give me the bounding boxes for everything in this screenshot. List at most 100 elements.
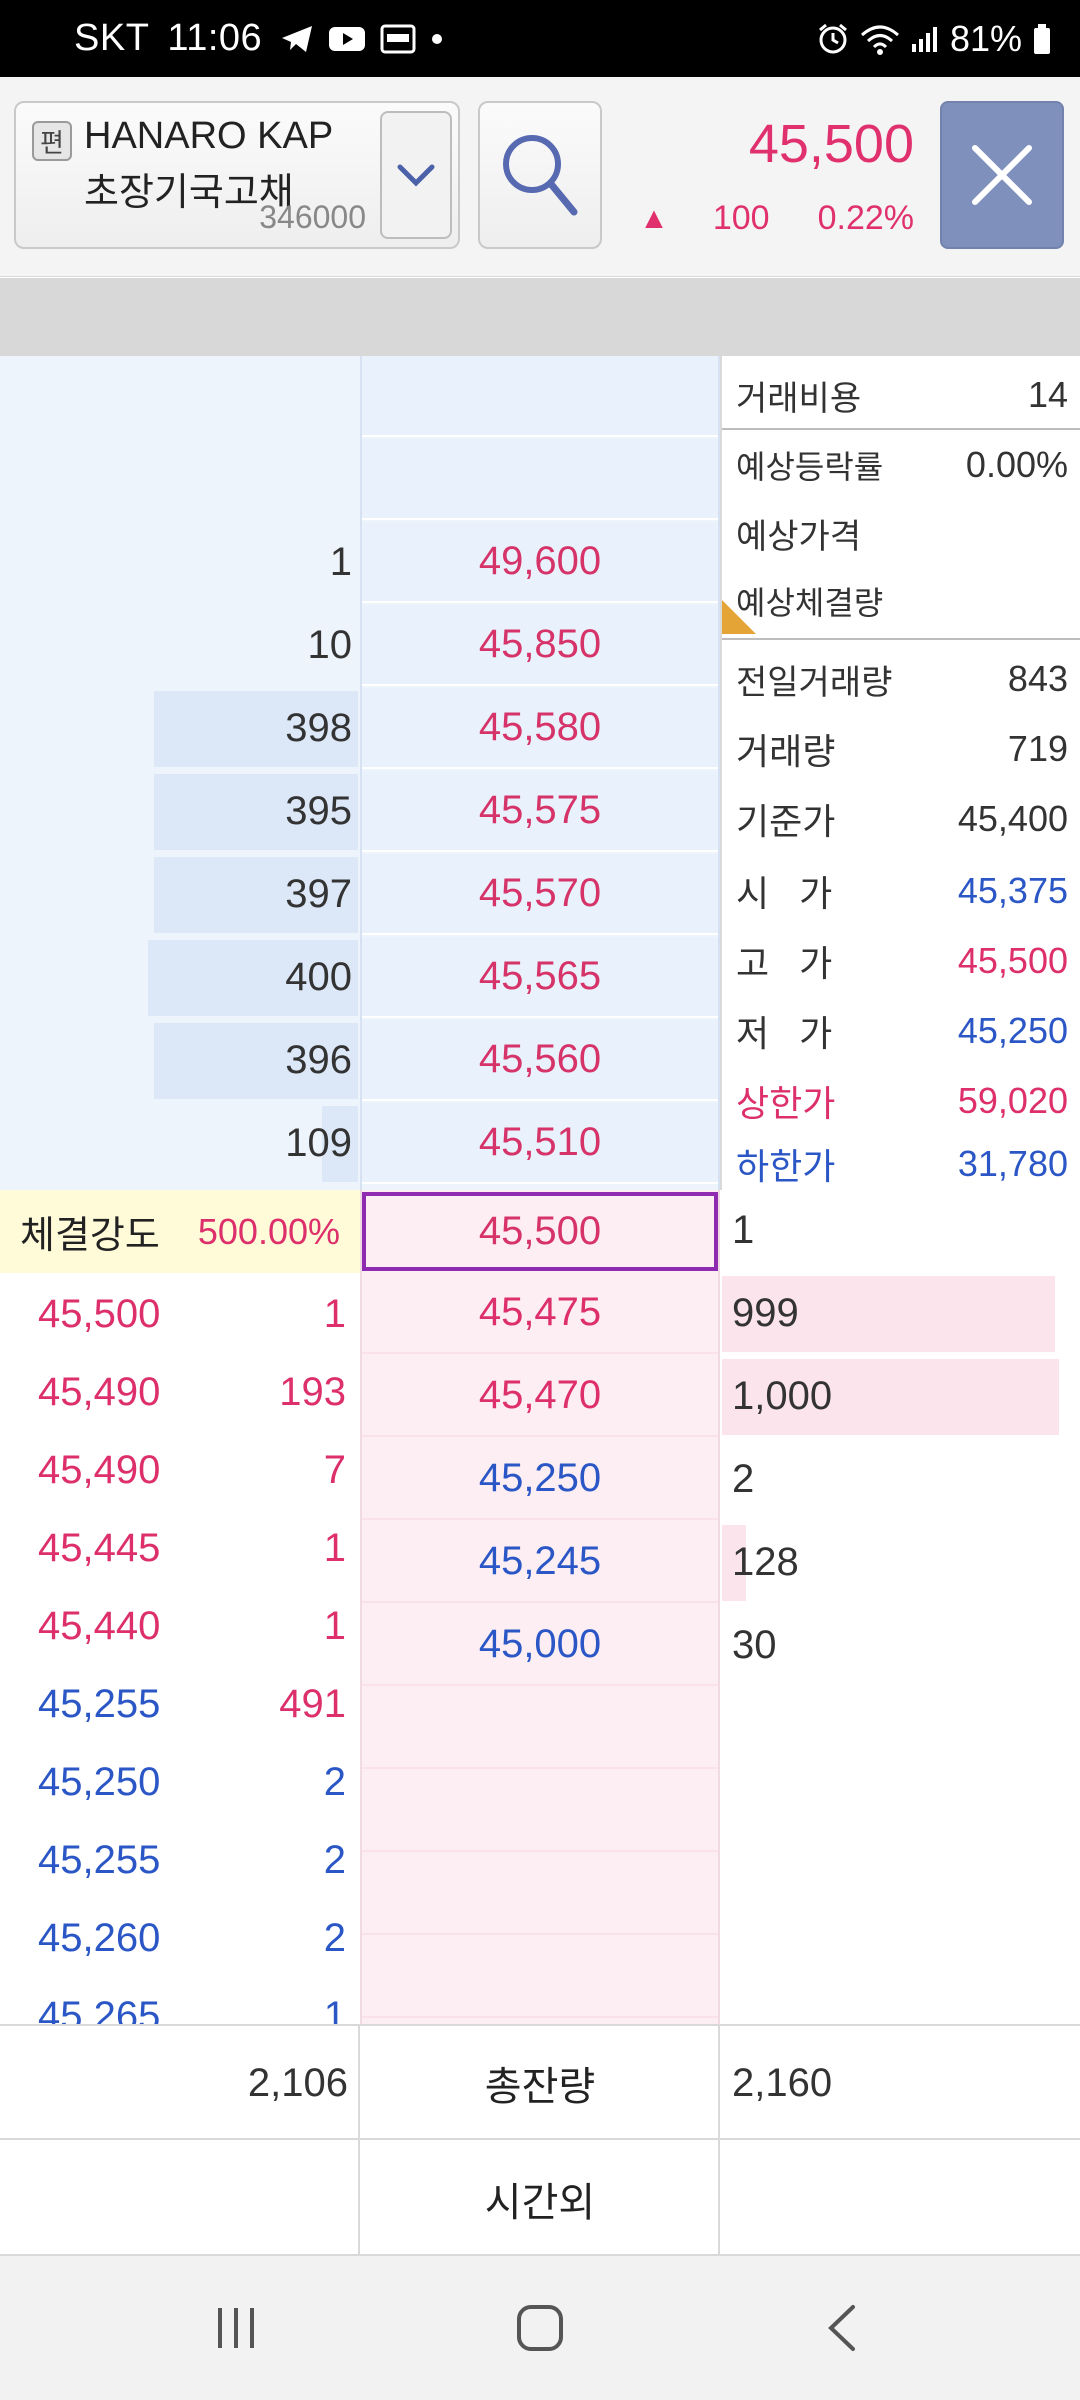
trade-tick-row: 45,255 491: [0, 1665, 360, 1743]
ask-price[interactable]: 45,510: [362, 1103, 718, 1184]
ask-price[interactable]: 45,565: [362, 937, 718, 1018]
info-volume: 거래량 719: [736, 716, 1068, 782]
info-label: 전일거래량: [736, 663, 893, 702]
info-label: 기준가: [736, 801, 836, 842]
home-icon: [517, 2305, 563, 2351]
after-hours-label[interactable]: 시간외: [360, 2142, 720, 2256]
bid-price[interactable]: 45,250: [362, 1439, 718, 1520]
change-amount: 100: [712, 199, 770, 237]
bid-price[interactable]: [362, 1937, 718, 2018]
change-rate: 0.22%: [817, 199, 914, 237]
trade-quantity: 2: [323, 1915, 346, 1960]
ask-quantity: 396: [285, 1038, 352, 1082]
stock-dropdown-button[interactable]: [380, 111, 452, 239]
order-book-footer: 2,106 총잔량 2,160 시간외: [0, 2024, 1080, 2258]
carrier-label: SKT: [74, 17, 150, 59]
bid-price[interactable]: [362, 1771, 718, 1852]
bid-price[interactable]: 45,000: [362, 1605, 718, 1686]
signal-icon: [911, 26, 937, 52]
ask-price[interactable]: [362, 439, 718, 520]
search-icon: [503, 135, 578, 216]
edit-badge[interactable]: 편: [32, 121, 72, 161]
info-value: 45,400: [957, 798, 1068, 839]
ask-price[interactable]: [362, 356, 718, 437]
toolbar-band: [0, 278, 1080, 356]
ask-price[interactable]: 45,580: [362, 688, 718, 769]
recent-apps-button[interactable]: [136, 2256, 336, 2400]
trade-price: 45,440: [38, 1603, 161, 1648]
trade-tick-row: 45,260 2: [0, 1899, 360, 1977]
bid-quantity: 2: [732, 1457, 755, 1501]
trade-price: 45,445: [38, 1525, 161, 1570]
back-button[interactable]: [742, 2256, 942, 2400]
ask-quantity: [0, 439, 360, 520]
total-label: 총잔량: [484, 2065, 596, 2109]
trade-price: 45,260: [38, 1915, 161, 1960]
bid-price[interactable]: 45,475: [362, 1273, 718, 1354]
info-value: 45,375: [957, 870, 1068, 911]
bid-price[interactable]: [362, 1688, 718, 1769]
dot-icon: [432, 33, 443, 44]
info-label: 예상등락률: [736, 449, 884, 485]
info-label: 저 가: [736, 1013, 833, 1054]
info-label: 시 가: [736, 873, 833, 914]
info-expected-volume: 예상체결량: [736, 570, 1068, 632]
order-book: 1 49,600 10 45,850 398 45,580 395 45,575 397 45,5…: [0, 356, 1080, 2038]
ask-quantity: 398: [285, 706, 352, 750]
search-button[interactable]: [478, 101, 602, 249]
divider: [722, 428, 1080, 430]
wifi-icon: [860, 25, 899, 55]
stock-code: 346000: [259, 199, 366, 235]
info-value: 45,250: [957, 1010, 1068, 1051]
close-button[interactable]: [940, 101, 1064, 249]
trade-tick-row: 45,445 1: [0, 1509, 360, 1587]
bid-price[interactable]: [362, 1854, 718, 1935]
battery-label: 81%: [949, 17, 1022, 59]
trade-price: 45,490: [38, 1447, 161, 1492]
home-button[interactable]: [440, 2256, 640, 2400]
stock-info-panel: 거래비용 14 예상등락률 0.00% 예상가격 예상체결량 전일거래량 843…: [720, 356, 1080, 1190]
trade-quantity: 1: [323, 1603, 346, 1648]
ask-price[interactable]: 45,850: [362, 605, 718, 686]
info-value: 843: [1007, 658, 1068, 699]
trade-price: 45,255: [38, 1837, 161, 1882]
chevron-down-icon: [397, 164, 435, 187]
current-price-cell[interactable]: 45,500: [362, 1192, 718, 1271]
youtube-icon: [329, 26, 366, 51]
recent-apps-icon: [218, 2308, 254, 2348]
trade-tick-row: 45,490 7: [0, 1431, 360, 1509]
bid-quantity: 1: [732, 1208, 755, 1252]
ask-price[interactable]: 45,570: [362, 854, 718, 935]
battery-icon: [1034, 23, 1050, 54]
ask-price[interactable]: 45,560: [362, 1020, 718, 1101]
bid-quantity: [722, 1854, 1080, 1935]
trade-quantity: 193: [279, 1369, 346, 1414]
payco-icon: [380, 24, 416, 53]
corner-marker-icon: [722, 600, 756, 634]
info-label: 예상체결량: [736, 585, 884, 621]
trade-quantity: 1: [323, 1525, 346, 1570]
ask-quantity: 1: [329, 540, 352, 584]
info-base-price: 기준가 45,400: [736, 786, 1068, 852]
ask-price[interactable]: 49,600: [362, 522, 718, 603]
trade-price: 45,490: [38, 1369, 161, 1414]
ask-quantity: 400: [285, 955, 352, 999]
current-price: 45,500: [748, 114, 914, 174]
info-label: 하한가: [736, 1146, 836, 1187]
navigation-bar: [0, 2256, 1080, 2400]
stock-header: 편 HANARO KAP 초장기국고채 346000 45,500 ▲ 100 …: [0, 77, 1080, 277]
trade-tick-row: 45,440 1: [0, 1587, 360, 1665]
info-trade-cost: 거래비용 14: [736, 364, 1068, 426]
bid-price[interactable]: 45,245: [362, 1522, 718, 1603]
info-value: 719: [1007, 728, 1068, 769]
telegram-icon: [282, 25, 313, 52]
strength-value: 500.00%: [197, 1210, 340, 1252]
info-value: 59,020: [957, 1080, 1068, 1121]
info-low: 저 가 45,250: [736, 998, 1068, 1064]
stock-selector[interactable]: 편 HANARO KAP 초장기국고채 346000: [14, 101, 460, 249]
bid-quantity: [722, 1937, 1080, 2018]
bid-price[interactable]: 45,470: [362, 1356, 718, 1437]
ask-price[interactable]: 45,575: [362, 771, 718, 852]
bid-quantity: [722, 1771, 1080, 1852]
bid-quantity: 128: [732, 1540, 799, 1584]
